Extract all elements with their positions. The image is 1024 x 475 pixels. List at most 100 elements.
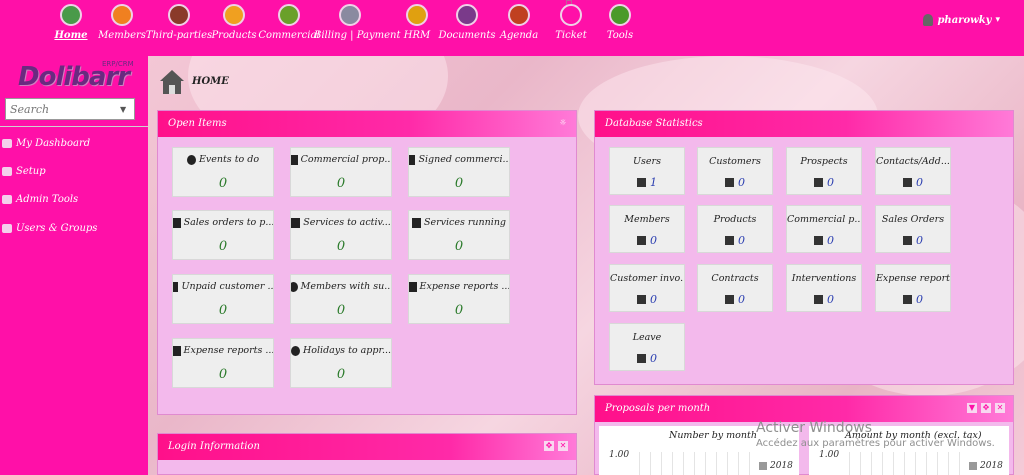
open-item-box[interactable]: Events to do 0	[172, 147, 274, 197]
sidebar-item-users-groups[interactable]: Users & Groups	[2, 219, 97, 237]
nav-billing-payment[interactable]: Billing | Payment	[314, 2, 401, 54]
search-input[interactable]	[6, 100, 116, 118]
box-title: Events to do	[173, 154, 273, 165]
panel-tools: ☼	[558, 118, 568, 128]
open-item-box[interactable]: Services to activ... 0	[290, 210, 392, 260]
sidebar-item-my-dashboard[interactable]: My Dashboard	[2, 134, 90, 152]
move-icon[interactable]: ✥	[544, 441, 554, 451]
box-value: 0	[454, 176, 464, 191]
panel-header: Login Information ✥ ✕	[158, 434, 576, 460]
box-title: Signed commerci...	[409, 154, 509, 165]
box-title: Services running	[409, 217, 509, 228]
admin-tools-icon	[2, 194, 12, 204]
open-item-box[interactable]: Members with su... 0	[290, 274, 392, 324]
top-menu-bar: pharowky ▾ Home Members Third-parties Produ…	[0, 0, 1024, 56]
stat-value: 0	[650, 293, 657, 306]
open-item-box[interactable]: Signed commerci... 0	[408, 147, 510, 197]
nav-label: Billing | Payment	[314, 30, 401, 41]
windows-activation-watermark: Activer Windows Accédez aux paramètres p…	[756, 420, 995, 449]
box-value: 0	[218, 176, 228, 191]
stat-value: 0	[827, 176, 834, 189]
sidebar-item-label: Setup	[16, 165, 46, 177]
sidebar-item-admin-tools[interactable]: Admin Tools	[2, 190, 78, 208]
stat-value-row: 0	[610, 234, 684, 247]
dashboard-icon	[2, 138, 12, 148]
panel-tools: ▼ ✥ ✕	[967, 403, 1005, 413]
db-stat-box[interactable]: Leave 0	[609, 323, 685, 371]
stat-value-row: 0	[698, 293, 772, 306]
box-label: Commercial prop...	[300, 154, 391, 165]
db-stat-box[interactable]: Customer invo... 0	[609, 264, 685, 312]
stat-value-row: 0	[787, 293, 861, 306]
box-title: Sales orders to p...	[173, 217, 273, 228]
clock-icon	[186, 154, 196, 165]
db-stat-box[interactable]: Contacts/Add... 0	[875, 147, 951, 195]
box-label: Members with su...	[300, 281, 391, 292]
panel-header: Database Statistics	[595, 111, 1013, 137]
stat-value-row: 0	[698, 234, 772, 247]
stat-value-row: 0	[787, 234, 861, 247]
proposal-icon	[409, 154, 416, 165]
stat-value-row: 0	[876, 293, 950, 306]
stat-label: Customer invo...	[610, 273, 684, 284]
stat-label: Interventions	[791, 273, 857, 284]
stat-label: Products	[713, 214, 757, 225]
stat-label: Prospects	[800, 156, 848, 167]
filter-icon[interactable]: ▼	[967, 403, 977, 413]
service-icon	[291, 217, 301, 228]
car-icon	[409, 281, 417, 292]
box-title: Expense reports ...	[409, 281, 509, 292]
close-icon[interactable]: ✕	[995, 403, 1005, 413]
db-stat-box[interactable]: Contracts 0	[697, 264, 773, 312]
db-stat-box[interactable]: Interventions 0	[786, 264, 862, 312]
stat-label: Contracts	[711, 273, 759, 284]
search-combobox[interactable]: ▼	[5, 98, 135, 120]
db-stat-box[interactable]: Users 1	[609, 147, 685, 195]
product-icon	[725, 236, 734, 245]
home-icon	[160, 70, 184, 94]
box-label: Expense reports ...	[183, 345, 273, 356]
db-stat-box[interactable]: Members 0	[609, 205, 685, 253]
open-item-box[interactable]: Expense reports ... 0	[408, 274, 510, 324]
nav-tools[interactable]: Tools	[584, 2, 656, 54]
hrm-icon	[406, 4, 428, 26]
box-label: Events to do	[198, 154, 260, 165]
contract-icon	[725, 295, 734, 304]
user-menu[interactable]: pharowky ▾	[923, 14, 1000, 26]
open-item-box[interactable]: Unpaid customer ... 0	[172, 274, 274, 324]
stat-value: 0	[827, 234, 834, 247]
stat-value: 0	[916, 293, 923, 306]
legend-swatch	[759, 462, 767, 470]
stat-value-row: 0	[876, 176, 950, 189]
open-item-box[interactable]: Services running 0	[408, 210, 510, 260]
close-icon[interactable]: ✕	[558, 441, 568, 451]
db-stat-box[interactable]: Prospects 0	[786, 147, 862, 195]
box-label: Signed commerci...	[418, 154, 509, 165]
open-item-box[interactable]: Sales orders to p... 0	[172, 210, 274, 260]
box-value: 0	[336, 239, 346, 254]
open-item-box[interactable]: Expense reports ... 0	[172, 338, 274, 388]
db-stat-box[interactable]: Commercial p... 0	[786, 205, 862, 253]
car-icon	[173, 345, 181, 356]
filter-sun-icon[interactable]: ☼	[558, 118, 568, 128]
open-item-box[interactable]: Holidays to appr... 0	[290, 338, 392, 388]
stat-label: Users	[633, 156, 661, 167]
commercial-icon	[278, 4, 300, 26]
user-icon	[637, 178, 646, 187]
db-stat-box[interactable]: Sales Orders 0	[875, 205, 951, 253]
box-title: Unpaid customer ...	[173, 281, 273, 292]
db-stat-box[interactable]: Customers 0	[697, 147, 773, 195]
box-label: Expense reports ...	[419, 281, 509, 292]
stat-value-row: 0	[610, 293, 684, 306]
proposal-icon	[291, 154, 298, 165]
move-icon[interactable]: ✥	[981, 403, 991, 413]
db-stat-box[interactable]: Expense reports 0	[875, 264, 951, 312]
db-stat-box[interactable]: Products 0	[697, 205, 773, 253]
chart-grid	[849, 452, 969, 475]
box-label: Sales orders to p...	[183, 217, 273, 228]
umbrella-icon	[291, 345, 300, 356]
dropdown-caret-icon[interactable]: ▼	[120, 105, 126, 114]
stat-value-row: 0	[610, 352, 684, 365]
open-item-box[interactable]: Commercial prop... 0	[290, 147, 392, 197]
sidebar-item-setup[interactable]: Setup	[2, 162, 46, 180]
